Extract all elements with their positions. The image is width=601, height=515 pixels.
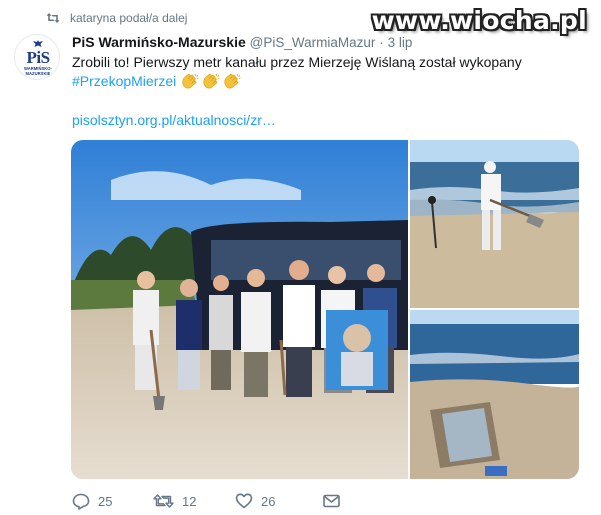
separator-dot: · [379, 35, 384, 50]
tweet-text: Zrobili to! Pierwszy metr kanału przez M… [72, 53, 592, 91]
photo-group-with-shovels[interactable] [71, 140, 408, 479]
like-count: 26 [261, 493, 276, 509]
retweet-button[interactable]: 12 [153, 494, 235, 509]
avatar-region-text: WARMIŃSKO-MAZURSKIE [24, 66, 52, 76]
watermark-logo: www.wiocha.pl [371, 6, 587, 35]
retweet-context: kataryna podał/a dalej [46, 10, 187, 26]
reply-count: 25 [98, 493, 113, 509]
retweeter-label[interactable]: kataryna podał/a dalej [70, 11, 187, 25]
tweet-timestamp[interactable]: 3 lip [388, 35, 413, 50]
retweet-icon [153, 494, 174, 508]
avatar[interactable]: PiS WARMIŃSKO-MAZURSKIE [14, 34, 60, 80]
hashtag-link[interactable]: #PrzekopMierzei [72, 73, 176, 89]
like-button[interactable]: 26 [235, 493, 323, 509]
clapping-hands-icon [181, 73, 201, 89]
author-name[interactable]: PiS Warmińsko-Mazurskie [72, 34, 246, 50]
envelope-icon [323, 494, 340, 508]
tweet-actions: 25 12 26 [72, 491, 340, 511]
tweet-body: Zrobili to! Pierwszy metr kanału przez M… [72, 54, 522, 70]
photo-dug-trench[interactable] [410, 310, 579, 479]
avatar-logo-text: PiS [26, 48, 50, 67]
direct-message-button[interactable] [323, 494, 340, 508]
photo-man-digging[interactable] [410, 140, 579, 308]
clapping-hands-icon [223, 73, 243, 89]
media-grid [71, 140, 579, 479]
clapping-hands-icon [202, 73, 222, 89]
tweet-header: PiS Warmińsko-Mazurskie @PiS_WarmiaMazur… [72, 34, 412, 50]
tweet-link[interactable]: pisolsztyn.org.pl/aktualnosci/zr… [72, 112, 276, 128]
reply-icon [72, 493, 90, 510]
reply-button[interactable]: 25 [72, 493, 153, 510]
heart-icon [235, 493, 253, 509]
retweet-count: 12 [182, 493, 197, 509]
author-handle[interactable]: @PiS_WarmiaMazur [250, 35, 376, 50]
retweet-icon [46, 12, 60, 24]
tweet-hashtag-line: #PrzekopMierzei [72, 72, 592, 91]
